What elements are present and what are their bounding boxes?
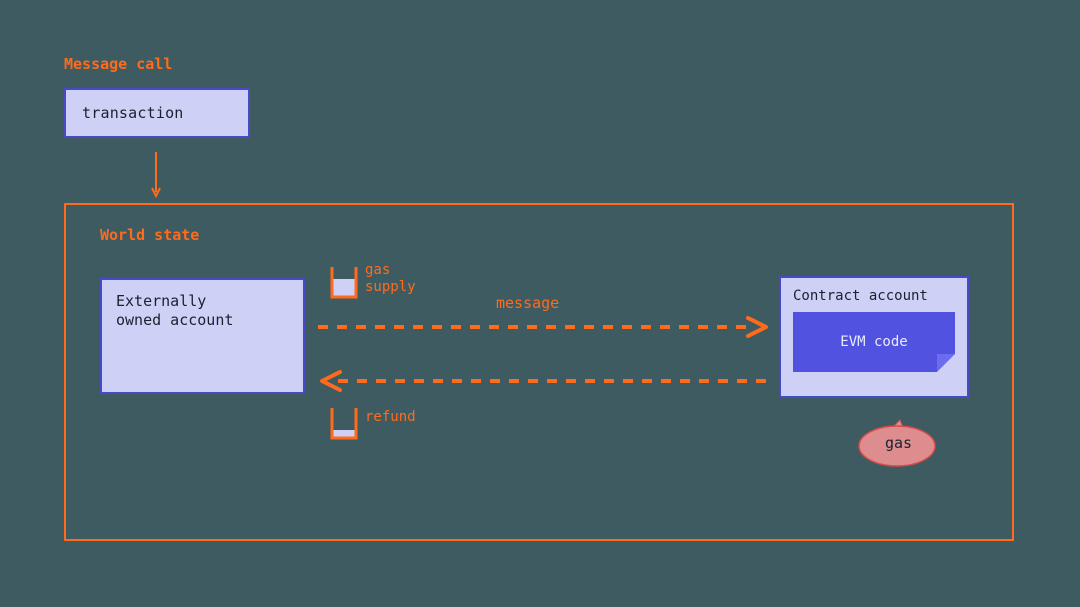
label-transaction: transaction (82, 104, 184, 122)
label-evm-code: EVM code (840, 334, 907, 350)
box-eoa: Externally owned account (100, 278, 305, 394)
bucket-gas-supply-icon (330, 265, 358, 299)
label-gas-bubble: gas (885, 434, 912, 452)
label-message: message (496, 294, 559, 312)
dog-ear-icon (937, 354, 955, 372)
label-contract-account: Contract account (793, 288, 955, 304)
diagram-title: Message call (64, 55, 172, 73)
chip-evm-code: EVM code (793, 312, 955, 372)
label-eoa-line2: owned account (116, 311, 289, 330)
label-eoa-line1: Externally (116, 292, 289, 311)
label-gas-supply: gas supply (365, 262, 425, 296)
arrow-down-icon (150, 152, 162, 200)
label-refund: refund (365, 409, 416, 426)
box-transaction: transaction (64, 88, 250, 138)
box-contract-account: Contract account EVM code (779, 276, 969, 398)
arrow-message-icon (318, 316, 770, 338)
label-world-state: World state (100, 226, 199, 244)
bucket-refund-icon (330, 406, 358, 440)
arrow-return-icon (318, 370, 770, 392)
